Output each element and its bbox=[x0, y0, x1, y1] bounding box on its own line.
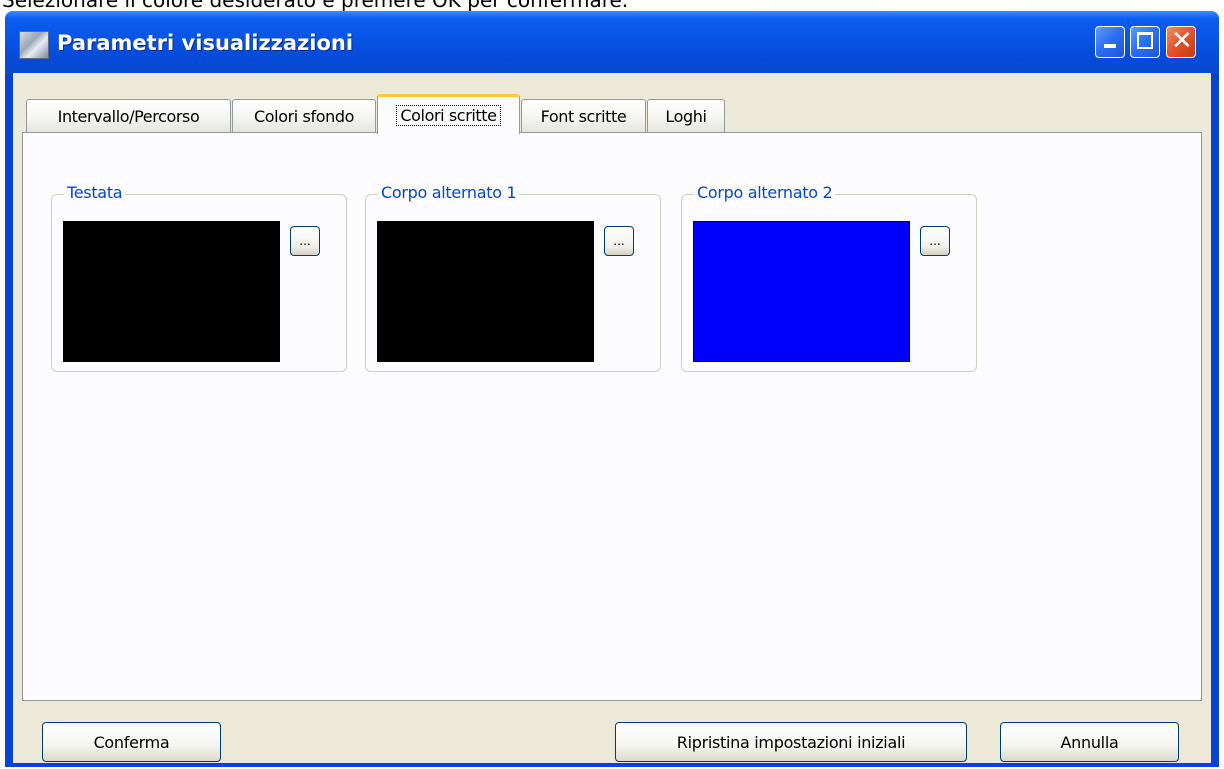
confirm-button[interactable]: Conferma bbox=[42, 722, 221, 762]
pick-color-button-testata[interactable]: ... bbox=[290, 226, 320, 256]
pick-color-button-corpo-alternato-1[interactable]: ... bbox=[604, 226, 634, 256]
tab-loghi[interactable]: Loghi bbox=[647, 99, 725, 132]
tab-panel-colori-scritte: Testata ... Corpo alternato 1 ... Corpo … bbox=[22, 132, 1202, 701]
tab-label: Font scritte bbox=[540, 106, 627, 126]
tab-intervallo-percorso[interactable]: Intervallo/Percorso bbox=[26, 99, 231, 132]
group-testata: Testata ... bbox=[51, 183, 347, 372]
tab-font-scritte[interactable]: Font scritte bbox=[521, 99, 646, 132]
dialog-client-area: Intervallo/Percorso Colori sfondo Colori… bbox=[13, 73, 1211, 763]
cancel-button[interactable]: Annulla bbox=[1000, 722, 1179, 762]
close-icon: ✕ bbox=[1171, 26, 1193, 56]
group-corpo-alternato-1: Corpo alternato 1 ... bbox=[365, 183, 661, 372]
app-icon bbox=[19, 31, 49, 59]
minimize-icon bbox=[1104, 44, 1116, 48]
window-title: Parametri visualizzazioni bbox=[57, 31, 354, 55]
group-label: Corpo alternato 2 bbox=[694, 183, 836, 202]
reset-defaults-button[interactable]: Ripristina impostazioni iniziali bbox=[615, 722, 967, 762]
group-label: Corpo alternato 1 bbox=[378, 183, 520, 202]
tab-label: Colori sfondo bbox=[254, 106, 354, 126]
maximize-icon bbox=[1137, 32, 1153, 49]
group-label: Testata bbox=[64, 183, 126, 202]
minimize-button[interactable] bbox=[1095, 26, 1125, 58]
color-swatch-corpo-alternato-2[interactable] bbox=[693, 221, 910, 362]
close-button[interactable]: ✕ bbox=[1166, 26, 1196, 58]
tab-label: Loghi bbox=[665, 106, 707, 126]
group-corpo-alternato-2: Corpo alternato 2 ... bbox=[681, 183, 977, 372]
pick-color-button-corpo-alternato-2[interactable]: ... bbox=[920, 226, 950, 256]
color-swatch-corpo-alternato-1[interactable] bbox=[377, 221, 594, 362]
tab-colori-sfondo[interactable]: Colori sfondo bbox=[232, 99, 376, 132]
tab-colori-scritte[interactable]: Colori scritte bbox=[377, 94, 520, 134]
title-bar[interactable]: Parametri visualizzazioni ✕ bbox=[5, 11, 1219, 73]
tab-label: Intervallo/Percorso bbox=[57, 106, 200, 126]
color-swatch-testata[interactable] bbox=[63, 221, 280, 362]
tab-label: Colori scritte bbox=[396, 105, 501, 126]
dialog-window: Parametri visualizzazioni ✕ Intervallo/P… bbox=[5, 11, 1219, 767]
maximize-button[interactable] bbox=[1130, 26, 1160, 58]
